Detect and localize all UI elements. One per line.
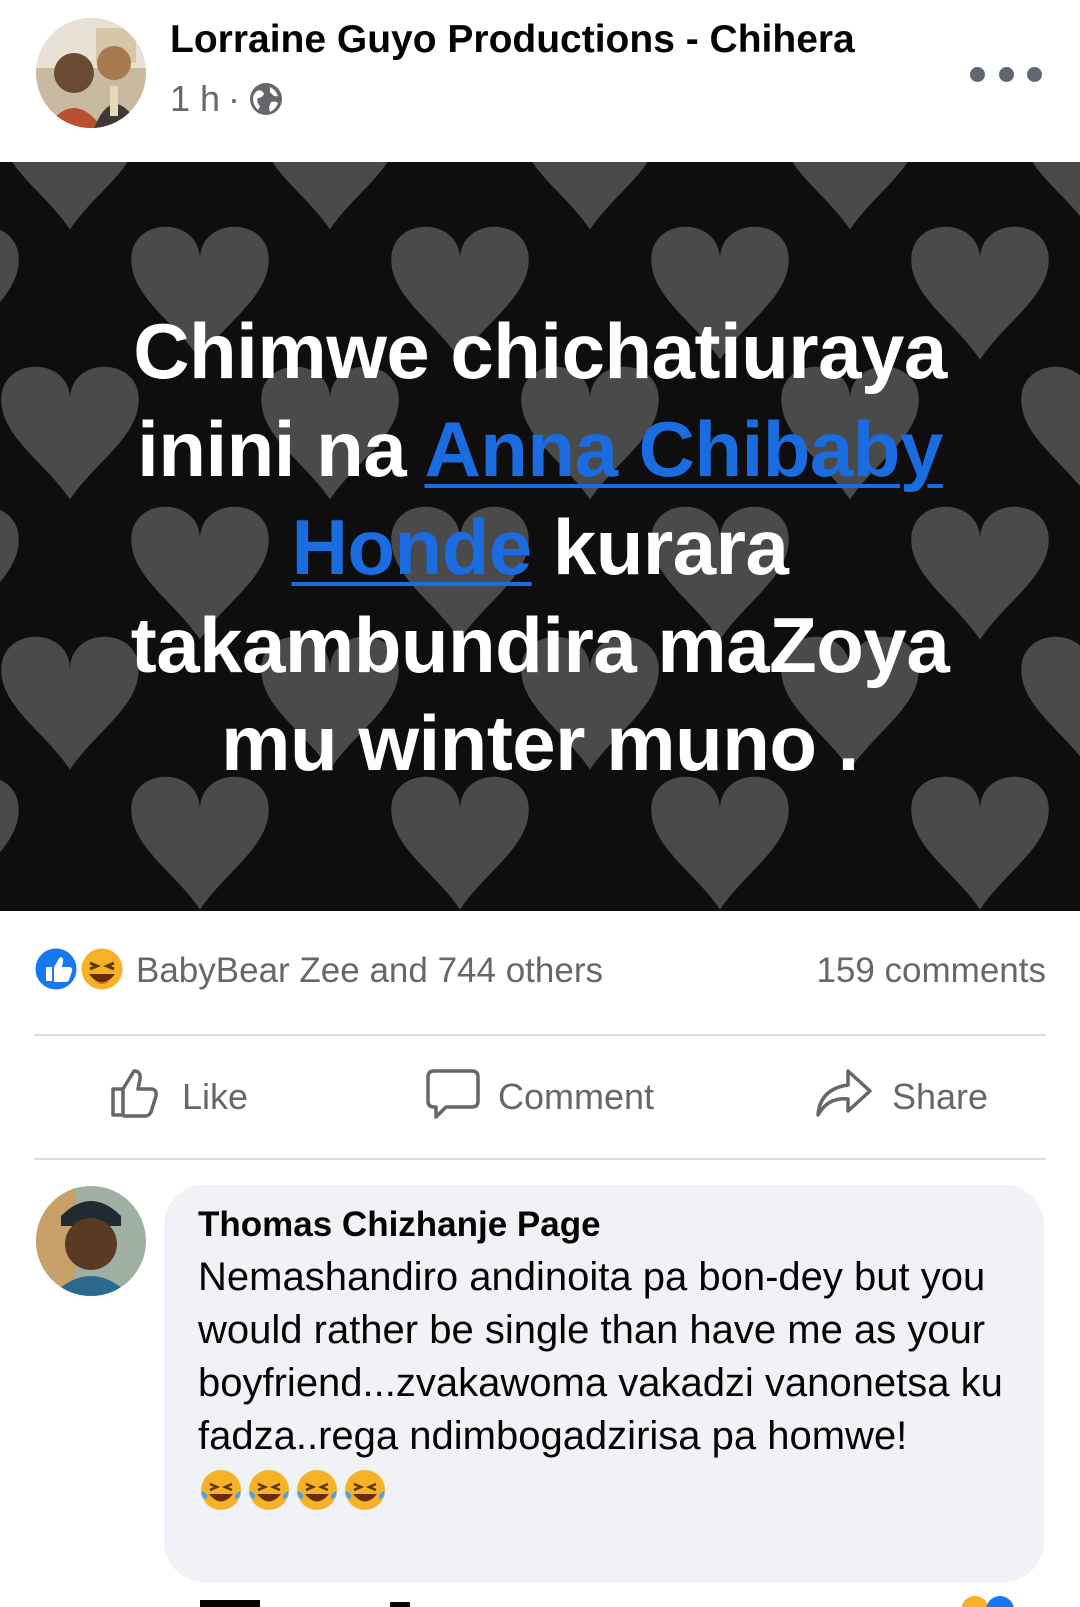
haha-reaction-icon (78, 945, 126, 993)
laughing-crying-emoji (249, 1470, 289, 1510)
post-text-before-mention: inini na (137, 405, 425, 493)
post-meta: 1 h · (170, 78, 284, 120)
comment-icon (424, 1065, 480, 1130)
comment-bubble[interactable]: Thomas Chizhanje Page Nemashandiro andin… (164, 1185, 1044, 1582)
like-icon (108, 1065, 164, 1130)
more-dots-icon[interactable] (970, 56, 1042, 92)
comment-label: Comment (498, 1076, 655, 1117)
page-avatar[interactable] (36, 18, 146, 128)
comment-button[interactable]: Comment (424, 1064, 654, 1130)
laughing-crying-emoji (297, 1470, 337, 1510)
share-arrow-icon (814, 1065, 874, 1130)
post-text-line1: Chimwe chichatiuraya (133, 307, 947, 395)
like-label: Like (182, 1076, 249, 1117)
like-reaction-icon (32, 945, 80, 993)
globe-icon (248, 81, 284, 117)
share-label: Share (892, 1076, 989, 1117)
meta-separator: · (228, 78, 241, 119)
laughing-crying-emoji (201, 1470, 241, 1510)
reactions-summary[interactable]: BabyBear Zee and 744 others 159 comments (32, 945, 1046, 1001)
comment-emojis (198, 1467, 1010, 1513)
comment-author[interactable]: Thomas Chizhanje Page (198, 1205, 1010, 1245)
divider-bottom (34, 1158, 1046, 1160)
post-time[interactable]: 1 h (170, 78, 220, 120)
reaction-icons (32, 945, 130, 993)
like-button[interactable]: Like (108, 1064, 248, 1130)
post-text-after-mention: kurara takambundira maZoya mu winter mun… (130, 503, 950, 787)
post-text: Chimwe chichatiuraya inini na Anna Chiba… (70, 302, 1010, 792)
share-button[interactable]: Share (814, 1064, 988, 1130)
next-comment-peek (0, 1590, 1080, 1607)
comment-text: Nemashandiro andinoita pa bon-dey but yo… (198, 1255, 1003, 1458)
comment-count[interactable]: 159 comments (816, 951, 1046, 991)
page-name[interactable]: Lorraine Guyo Productions - Chihera (170, 18, 855, 62)
action-bar: Like Comment Share (34, 1036, 1046, 1160)
commenter-avatar[interactable] (36, 1186, 146, 1296)
laughing-crying-emoji (345, 1470, 385, 1510)
post-image[interactable]: Chimwe chichatiuraya inini na Anna Chiba… (0, 162, 1080, 911)
reaction-names[interactable]: BabyBear Zee and 744 others (136, 951, 603, 991)
post-header: Lorraine Guyo Productions - Chihera 1 h … (0, 0, 1080, 162)
